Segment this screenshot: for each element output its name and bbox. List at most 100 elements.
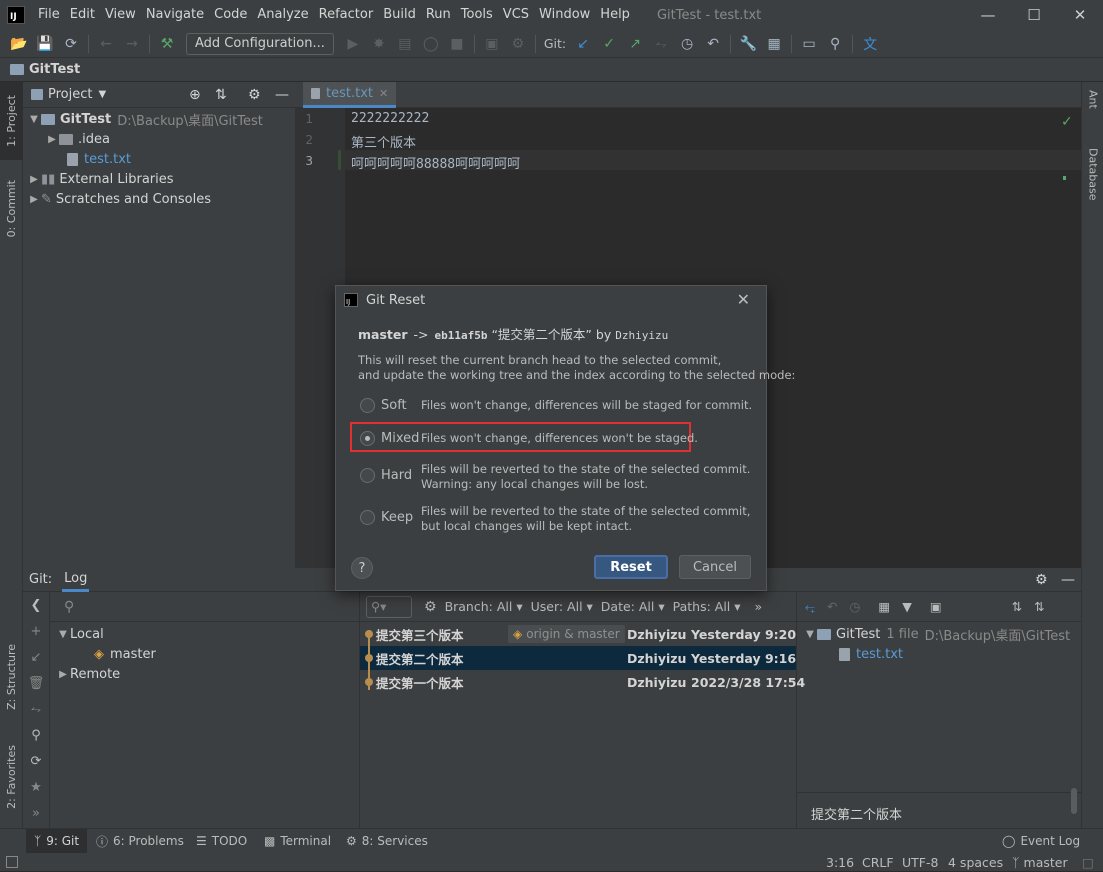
chevron-right-icon[interactable]: ▶ [56,669,70,680]
minimize-icon[interactable]: — [965,0,1011,30]
attach-icon[interactable]: ▣ [479,32,505,56]
tree-file[interactable]: test.txt [23,149,295,169]
window-toggle-icon[interactable] [6,856,18,868]
tree-external-libraries[interactable]: ▶ ▮▮ External Libraries [23,169,295,189]
lock-icon[interactable]: □ [1082,853,1094,872]
chevron-right-icon[interactable]: ▶ [27,174,41,185]
more-filters[interactable]: » [755,599,763,614]
event-log[interactable]: ◯ Event Log [1002,829,1080,853]
locate-icon[interactable]: ⊕ [189,87,201,103]
tree-root[interactable]: ▼ GitTest D:\Backup\桌面\GitTest [23,109,295,129]
chevron-down-icon[interactable]: ▼ [98,89,106,100]
project-structure-icon[interactable]: ▦ [761,32,787,56]
gear-icon[interactable]: ⚙ [424,599,437,615]
menu-vcs[interactable]: VCS [498,0,534,30]
gear-icon[interactable]: ⚙ [1035,572,1048,588]
tab-terminal[interactable]: ▩ Terminal [264,829,331,853]
search-icon[interactable]: ⚲ [64,599,74,615]
branch-group-remote[interactable]: ▶ Remote [50,664,359,684]
history-clock-icon[interactable]: ◷ [850,599,861,614]
translate-icon[interactable]: 文 [857,32,883,56]
breadcrumb-project[interactable]: GitTest [29,62,80,77]
chevron-down-icon[interactable]: ▼ [56,629,70,640]
close-icon[interactable]: ✕ [737,290,750,309]
caret-position[interactable]: 3:16 [826,853,854,872]
menu-run[interactable]: Run [421,0,456,30]
expand-icon[interactable]: ⥆ [805,599,815,615]
editor-tab-test[interactable]: test.txt ✕ [303,82,397,108]
changed-file[interactable]: test.txt [797,644,1081,664]
wrench-icon[interactable]: 🔧 [735,32,761,56]
profile-icon[interactable]: ◯ [418,32,444,56]
delete-icon[interactable]: 🗑 [23,670,49,696]
history-clock-icon[interactable]: ◷ [674,32,700,56]
radio-soft[interactable] [360,398,375,413]
chevron-right-icon[interactable]: ▶ [45,134,59,145]
chevron-right-icon[interactable]: ▶ [27,194,41,205]
changed-root[interactable]: ▼ GitTest 1 file D:\Backup\桌面\GitTest [797,624,1081,644]
more-icon[interactable]: » [23,800,49,826]
tab-structure[interactable]: Z: Structure [0,632,23,722]
stop-icon[interactable]: ■ [444,32,470,56]
update-project-icon[interactable]: ↙ [570,32,596,56]
line-separator[interactable]: CRLF [862,853,894,872]
menu-navigate[interactable]: Navigate [141,0,209,30]
help-button[interactable]: ? [351,557,373,579]
coverage-icon[interactable]: ▤ [392,32,418,56]
group-icon[interactable]: ▦ [878,599,890,614]
project-panel-title[interactable]: Project [48,87,92,102]
save-icon[interactable]: 💾 [32,32,58,56]
option-mixed[interactable]: Mixed Files won't change, differences wo… [360,431,698,446]
menu-build[interactable]: Build [378,0,421,30]
build-hammer-icon[interactable]: ⚒ [154,32,180,56]
collapse-all-icon[interactable]: ⇅ [1034,599,1044,614]
star-icon[interactable]: ★ [23,774,49,800]
menu-file[interactable]: File [33,0,65,30]
hide-panel-icon[interactable]: — [1061,572,1075,588]
menu-tools[interactable]: Tools [456,0,498,30]
git-branch-widget[interactable]: ᛉ master [1012,853,1068,872]
tab-favorites[interactable]: 2: Favorites [0,732,23,822]
filter-icon[interactable]: ▼ [902,599,912,614]
hide-panel-icon[interactable]: — [275,87,289,103]
commit-row[interactable]: 提交第三个版本 ◈ origin & master Dzhiyizu Yester… [360,622,796,646]
commit-check-icon[interactable]: ✓ [596,32,622,56]
commit-row[interactable]: 提交第二个版本 Dzhiyizu Yesterday 9:16 [360,646,796,670]
scrollbar[interactable] [1071,788,1077,814]
menu-code[interactable]: Code [209,0,252,30]
radio-mixed[interactable] [360,431,375,446]
rollback-icon[interactable]: ↶ [827,599,837,614]
option-keep[interactable]: Keep Files will be reverted to the state… [360,504,750,534]
cancel-button[interactable]: Cancel [679,555,751,579]
chevron-down-icon[interactable]: ▼ [803,629,817,640]
inspection-ok-icon[interactable]: ✓ [1061,114,1073,130]
expand-all-icon[interactable]: ⇅ [1012,599,1022,614]
reset-button[interactable]: Reset [594,555,668,579]
branch-group-local[interactable]: ▼ Local [50,624,359,644]
tree-scratches[interactable]: ▶ ✎ Scratches and Consoles [23,189,295,209]
collapse-all-icon[interactable]: ⇅ [215,87,227,103]
tab-problems[interactable]: ⓘ 6: Problems [96,829,184,853]
chevron-left-icon[interactable]: ❮ [23,592,49,618]
tree-idea-folder[interactable]: ▶ .idea [23,129,295,149]
add-configuration-button[interactable]: Add Configuration... [186,32,334,55]
chevron-down-icon[interactable]: ▼ [27,114,41,125]
tab-todo[interactable]: ☰ TODO [196,829,247,853]
file-encoding[interactable]: UTF-8 [902,853,938,872]
menu-help[interactable]: Help [595,0,635,30]
tab-database[interactable]: Database [1082,148,1103,201]
layout-icon[interactable]: ▣ [930,599,942,614]
close-tab-icon[interactable]: ✕ [379,87,388,100]
forward-arrow-icon[interactable]: → [119,32,145,56]
add-icon[interactable]: + [23,618,49,644]
fetch-icon[interactable]: ⟳ [23,748,49,774]
tab-services[interactable]: ⚙ 8: Services [346,829,428,853]
menu-window[interactable]: Window [534,0,595,30]
commit-row[interactable]: 提交第一个版本 Dzhiyizu 2022/3/28 17:54 [360,670,805,694]
services-icon[interactable]: ⚙ [505,32,531,56]
run-icon[interactable]: ▶ [340,32,366,56]
branch-filter[interactable]: Branch: All ▾ [445,599,523,614]
push-icon[interactable]: ↗ [622,32,648,56]
back-arrow-icon[interactable]: ← [93,32,119,56]
branch-master[interactable]: ◈ master [50,644,359,664]
